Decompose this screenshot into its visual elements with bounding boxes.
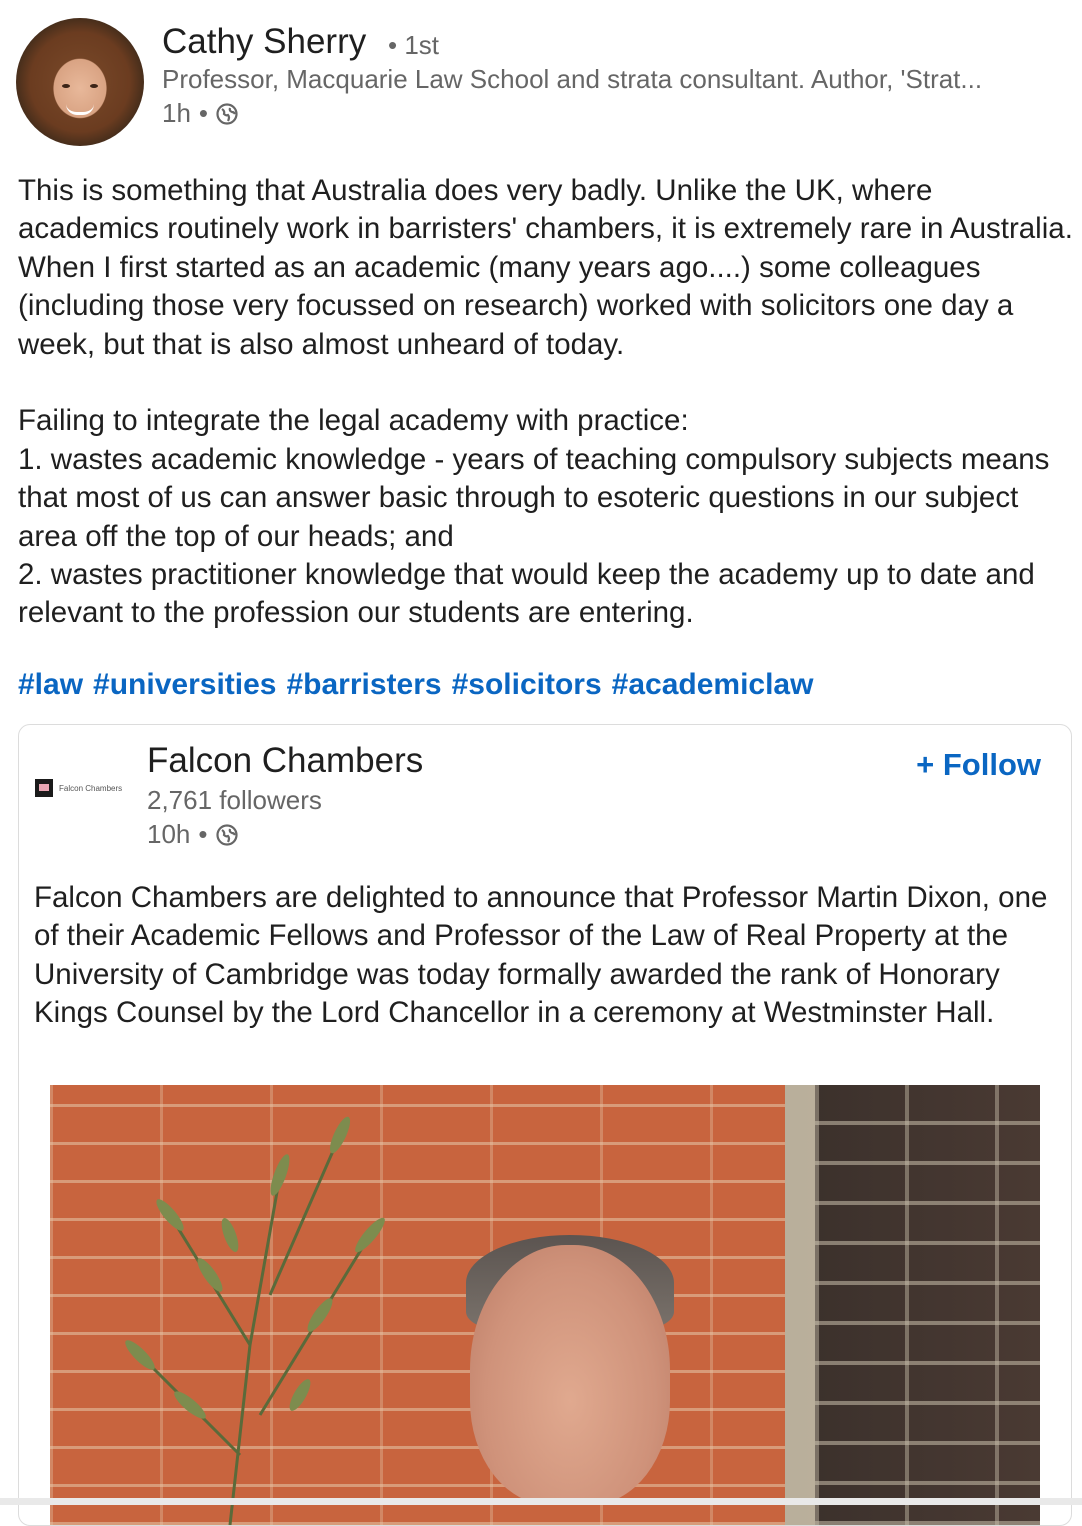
follow-button[interactable]: + Follow xyxy=(916,747,1041,783)
shared-post-text: Falcon Chambers are delighted to announc… xyxy=(34,881,1048,1030)
connection-degree: • 1st xyxy=(388,30,440,60)
logo-wordmark: Falcon Chambers xyxy=(59,783,123,793)
separator-dot: • xyxy=(198,819,208,849)
post-meta: 1h • xyxy=(162,98,238,129)
avatar-smile xyxy=(66,104,94,115)
separator-dot: • xyxy=(198,98,209,128)
post-list-item: 1. wastes academic knowledge - years of … xyxy=(18,442,1050,553)
post-paragraph: Failing to integrate the legal academy w… xyxy=(18,404,689,438)
globe-icon xyxy=(216,102,238,125)
shared-post-card[interactable]: Falcon Chambers Falcon Chambers 2,761 fo… xyxy=(18,724,1072,1526)
follower-count: 2,761 followers xyxy=(147,785,322,815)
avatar-eye xyxy=(62,84,70,88)
photo-wall-bricks xyxy=(815,1085,1040,1525)
author-avatar[interactable] xyxy=(16,18,144,146)
company-logo[interactable]: Falcon Chambers xyxy=(35,777,131,799)
hashtag-link[interactable]: #academiclaw xyxy=(612,668,814,701)
post-text: This is something that Australia does ve… xyxy=(18,172,1074,633)
author-name[interactable]: Cathy Sherry xyxy=(162,22,366,62)
hashtag-list: #law #universities #barristers #solicitors #… xyxy=(18,668,823,702)
logo-mark xyxy=(35,779,53,797)
company-name[interactable]: Falcon Chambers xyxy=(147,741,423,781)
hashtag-link[interactable]: #law xyxy=(18,668,83,701)
photo-wall-mortar xyxy=(785,1085,815,1525)
photo-person-face xyxy=(470,1245,670,1505)
avatar-eye xyxy=(90,84,98,88)
author-headline: Professor, Macquarie Law School and stra… xyxy=(162,64,983,94)
hashtag-link[interactable]: #solicitors xyxy=(452,668,602,701)
post-list-item: 2. wastes practitioner knowledge that wo… xyxy=(18,558,1035,630)
post-time: 1h xyxy=(162,98,191,128)
hashtag-link[interactable]: #universities xyxy=(93,668,276,701)
photo-plant xyxy=(125,1116,385,1525)
shared-post-photo[interactable] xyxy=(50,1085,1040,1525)
post-time: 10h xyxy=(147,819,191,849)
globe-icon xyxy=(215,823,238,846)
shared-post-meta: 10h • xyxy=(147,819,238,850)
hashtag-link[interactable]: #barristers xyxy=(286,668,441,701)
post-paragraph: This is something that Australia does ve… xyxy=(18,174,1073,361)
scroll-edge xyxy=(0,1498,1082,1505)
